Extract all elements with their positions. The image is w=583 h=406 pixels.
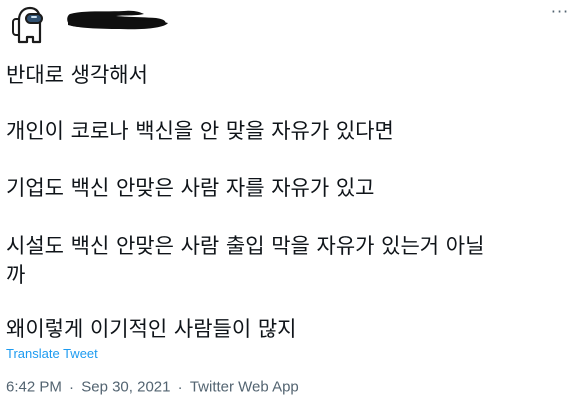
separator: · [177, 378, 183, 396]
tweet-source[interactable]: Twitter Web App [190, 379, 299, 396]
tweet-text-line-4: 시설도 백신 안맞은 사람 출입 막을 자유가 있는거 아닐 [6, 234, 485, 258]
tweet-text-line-1: 반대로 생각해서 [6, 63, 148, 87]
timestamp-time[interactable]: 6:42 PM [6, 379, 62, 396]
avatar[interactable] [4, 2, 50, 48]
more-options-icon[interactable]: ··· [545, 0, 575, 24]
tweet-text-line-2: 개인이 코로나 백신을 안 맞을 자유가 있다면 [6, 119, 394, 143]
tweet-metadata: 6:42 PM · Sep 30, 2021 · Twitter Web App [6, 378, 299, 396]
translate-tweet-link[interactable]: Translate Tweet [6, 346, 98, 361]
redacted-username [67, 10, 168, 30]
separator: · [69, 378, 75, 396]
tweet-text-line-5: 까 [6, 263, 26, 287]
timestamp-date[interactable]: Sep 30, 2021 [81, 379, 170, 396]
tweet: ··· 반대로 생각해서 개인이 코로나 백신을 안 맞을 자유가 있다면 기업… [0, 0, 583, 406]
tweet-text-line-3: 기업도 백신 안맞은 사람 자를 자유가 있고 [6, 176, 375, 200]
tweet-text-line-6: 왜이렇게 이기적인 사람들이 많지 [6, 317, 297, 341]
among-us-crewmate-icon [4, 2, 50, 48]
